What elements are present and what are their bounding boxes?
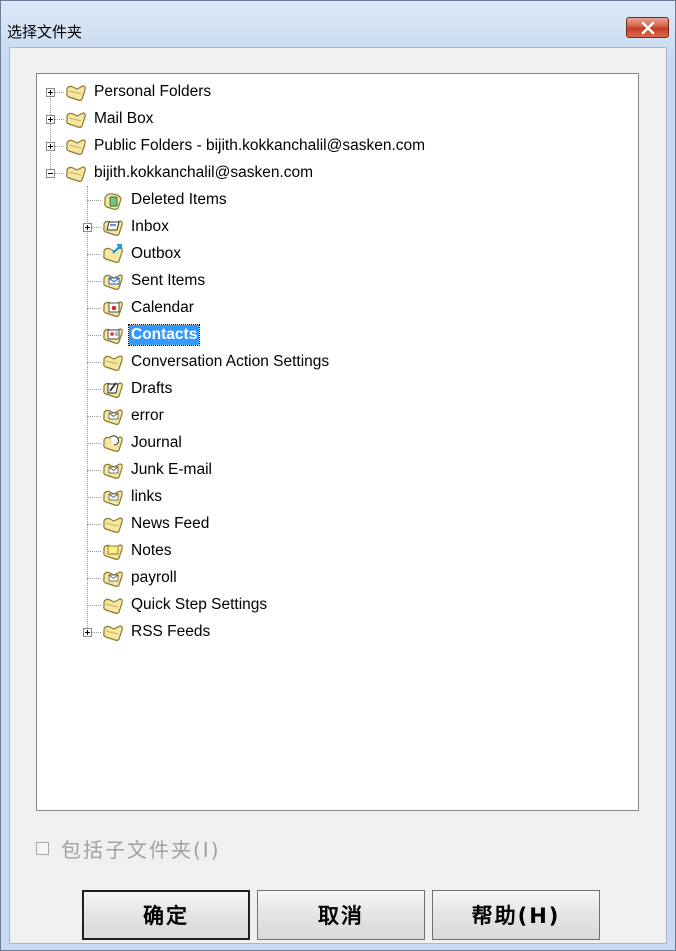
folder-icon — [66, 84, 86, 101]
tree-connector — [87, 253, 101, 255]
tree-item-label: Junk E-mail — [131, 460, 212, 478]
tree-item[interactable]: Contacts — [101, 321, 201, 348]
tree-item-label: Calendar — [131, 298, 194, 316]
tree-connector — [87, 442, 101, 444]
tree-connector — [87, 577, 101, 579]
tree-item-label: bijith.kokkanchalil@sasken.com — [94, 163, 314, 181]
include-subfolders-option[interactable]: 包括子文件夹(I) — [36, 834, 221, 863]
collapse-node-button[interactable] — [46, 168, 55, 178]
tree-item[interactable]: RSS Feeds — [101, 618, 212, 645]
help-button[interactable]: 帮助(H) — [432, 890, 600, 940]
tree-item-label: Outbox — [131, 244, 181, 262]
folder-icon — [66, 165, 86, 182]
tree-item-label: Notes — [131, 541, 172, 559]
tree-connector — [87, 550, 101, 552]
mail-folder-icon — [103, 408, 123, 425]
tree-connector — [87, 469, 101, 471]
tree-item[interactable]: bijith.kokkanchalil@sasken.com — [64, 159, 315, 186]
tree-item[interactable]: error — [101, 402, 166, 429]
tree-item-label: Contacts — [127, 323, 201, 346]
tree-item[interactable]: Mail Box — [64, 105, 155, 132]
tree-item[interactable]: Quick Step Settings — [101, 591, 269, 618]
tree-item[interactable]: links — [101, 483, 164, 510]
calendar-icon — [103, 300, 123, 317]
notes-icon — [103, 543, 123, 560]
tree-item[interactable]: Notes — [101, 537, 174, 564]
inbox-icon — [103, 219, 123, 236]
tree-item[interactable]: payroll — [101, 564, 179, 591]
expand-node-button[interactable] — [83, 222, 92, 232]
mail-folder-icon — [103, 489, 123, 506]
folder-icon — [103, 354, 123, 371]
tree-item[interactable]: Drafts — [101, 375, 174, 402]
title-bar[interactable]: 选择文件夹 — [1, 1, 675, 47]
tree-connector — [87, 388, 101, 390]
tree-connector — [87, 199, 101, 201]
contacts-icon — [103, 327, 123, 344]
tree-item-label: Quick Step Settings — [131, 595, 268, 613]
tree-connector — [87, 280, 101, 282]
tree-item-label: Drafts — [131, 379, 173, 397]
journal-icon — [103, 434, 123, 452]
tree-item[interactable]: Journal — [101, 429, 184, 456]
tree-item-label: News Feed — [131, 514, 210, 532]
tree-item-label: error — [131, 406, 164, 424]
tree-item[interactable]: Sent Items — [101, 267, 207, 294]
outbox-icon — [103, 243, 123, 263]
dialog-body: Personal Folders Mail Box Public Folders -… — [9, 47, 667, 944]
tree-item-label: Conversation Action Settings — [131, 352, 330, 370]
folder-icon — [66, 138, 86, 155]
tree-item[interactable]: News Feed — [101, 510, 211, 537]
sent-items-icon — [103, 273, 123, 290]
tree-item-label: payroll — [131, 568, 177, 586]
expand-node-button[interactable] — [46, 114, 55, 124]
close-button[interactable] — [626, 17, 669, 38]
close-icon — [641, 21, 654, 34]
tree-item[interactable]: Inbox — [101, 213, 171, 240]
expand-node-button[interactable] — [46, 141, 55, 151]
tree-connector — [87, 307, 101, 309]
cancel-button[interactable]: 取消 — [257, 890, 425, 940]
expand-node-button[interactable] — [83, 627, 92, 637]
tree-item[interactable]: Junk E-mail — [101, 456, 214, 483]
tree-connector — [87, 361, 101, 363]
drafts-icon — [103, 381, 123, 398]
tree-item-label: links — [131, 487, 163, 505]
tree-item-label: Journal — [131, 433, 182, 451]
tree-item[interactable]: Personal Folders — [64, 78, 213, 105]
tree-connector — [87, 523, 101, 525]
tree-item-label: Personal Folders — [94, 82, 212, 100]
expand-node-button[interactable] — [46, 87, 55, 97]
mail-folder-icon — [103, 570, 123, 587]
tree-connector — [87, 415, 101, 417]
tree-connector — [87, 334, 101, 336]
tree-item[interactable]: Deleted Items — [101, 186, 229, 213]
tree-item[interactable]: Conversation Action Settings — [101, 348, 331, 375]
folder-icon — [103, 516, 123, 533]
tree-item-label: Inbox — [131, 217, 169, 235]
tree-item-label: Public Folders - bijith.kokkanchalil@sas… — [94, 136, 426, 154]
folder-icon — [103, 597, 123, 614]
tree-item-label: RSS Feeds — [131, 622, 211, 640]
include-subfolders-checkbox[interactable] — [36, 842, 49, 855]
include-subfolders-label: 包括子文件夹(I) — [61, 838, 221, 862]
folder-icon — [66, 111, 86, 128]
ok-button[interactable]: 确定 — [82, 890, 250, 940]
tree-item-label: Deleted Items — [131, 190, 227, 208]
deleted-items-icon — [104, 192, 122, 210]
tree-item[interactable]: Public Folders - bijith.kokkanchalil@sas… — [64, 132, 427, 159]
dialog-title: 选择文件夹 — [7, 23, 83, 41]
folder-icon — [103, 624, 123, 641]
folder-tree[interactable]: Personal Folders Mail Box Public Folders -… — [36, 73, 639, 811]
tree-item-label: Mail Box — [94, 109, 154, 127]
tree-item-label: Sent Items — [131, 271, 206, 289]
tree-item[interactable]: Outbox — [101, 240, 183, 267]
tree-item[interactable]: Calendar — [101, 294, 196, 321]
mail-folder-icon — [103, 462, 123, 479]
tree-connector — [50, 91, 51, 173]
tree-connector — [87, 604, 101, 606]
select-folder-dialog: 选择文件夹 Personal Folders Mail Box Public Fol… — [0, 0, 676, 951]
tree-connector — [87, 496, 101, 498]
